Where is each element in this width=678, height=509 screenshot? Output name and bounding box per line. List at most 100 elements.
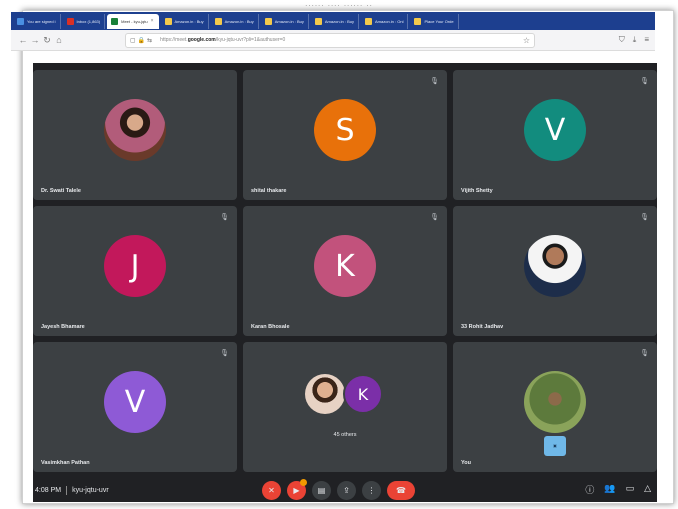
participant-name: Karan Bhosale bbox=[251, 324, 290, 330]
activities-icon[interactable]: △ bbox=[644, 483, 651, 496]
participant-name: Vijith Shetty bbox=[461, 188, 493, 194]
mic-muted-icon: 🎙 bbox=[430, 214, 439, 221]
participant-name: Dr. Swati Talele bbox=[41, 188, 81, 194]
avatar: V bbox=[524, 99, 586, 162]
shield-icon[interactable]: ⛉ bbox=[619, 35, 625, 45]
reload-icon[interactable]: ↻ bbox=[41, 35, 53, 46]
tab-label: Amazon.in : Buy bbox=[174, 18, 204, 24]
others-count: 45 others bbox=[333, 432, 357, 438]
leave-call-button[interactable]: ☎ bbox=[387, 481, 415, 500]
meeting-code: kyu-jqtu-uvr bbox=[72, 486, 109, 494]
avatar bbox=[524, 371, 586, 434]
tab-favicon-icon bbox=[264, 17, 272, 25]
camera-button[interactable]: ▶ bbox=[287, 479, 307, 500]
avatar: J bbox=[104, 235, 166, 298]
tab-favicon-icon bbox=[314, 17, 322, 25]
divider bbox=[66, 485, 68, 495]
mic-muted-icon: 🎙 bbox=[220, 350, 229, 357]
participant-tile[interactable]: J Jayesh Bhamare 🎙 bbox=[33, 206, 237, 336]
mic-muted-icon: 🎙 bbox=[430, 78, 439, 85]
url-bar[interactable]: ▢🔒⇆ https://meet.google.com/kyu-jqtu-uvr… bbox=[125, 32, 535, 48]
browser-tab-strip: You are signed i Inbox (1,863) Meet - kyu-… bbox=[11, 12, 655, 30]
browser-tab[interactable]: You are signed i bbox=[13, 13, 61, 29]
participant-name: shital thakare bbox=[251, 188, 287, 194]
tab-favicon-icon bbox=[66, 17, 74, 25]
chat-icon[interactable]: ▭ bbox=[626, 483, 635, 496]
bookmark-star-icon[interactable]: ☆ bbox=[523, 36, 530, 45]
participant-tile[interactable]: Sshital thakare 🎙 bbox=[243, 70, 447, 200]
browser-tab[interactable]: Amazon.in : Buy bbox=[261, 13, 309, 29]
more-vert-icon: ⋮ bbox=[367, 486, 376, 495]
browser-tab[interactable]: Meet - kyu-jqtu × bbox=[107, 13, 159, 29]
browser-tab[interactable]: Amazon.in : Buy bbox=[211, 13, 259, 29]
site-info-icons[interactable]: ▢🔒⇆ bbox=[130, 37, 154, 44]
avatar: K bbox=[314, 235, 376, 298]
browser-tab[interactable]: Amazon.in : Buy bbox=[161, 13, 209, 29]
download-icon[interactable]: ⤓ bbox=[633, 35, 637, 45]
hang-up-icon: ☎ bbox=[396, 486, 406, 495]
tab-favicon-icon bbox=[414, 17, 422, 25]
tab-close-icon[interactable]: × bbox=[151, 18, 154, 24]
mic-off-icon: ✕ bbox=[268, 486, 275, 495]
menu-icon[interactable]: ≡ bbox=[644, 35, 649, 45]
avatar: V bbox=[104, 371, 166, 434]
tab-favicon-icon bbox=[17, 17, 24, 25]
participant-tile[interactable]: K 45 others bbox=[243, 342, 447, 472]
tab-favicon-icon bbox=[214, 17, 222, 25]
participant-tile[interactable]: V Vasimkhan Pathan 🎙 bbox=[33, 342, 237, 472]
browser-tab[interactable]: Amazon.in : Onl bbox=[361, 13, 409, 29]
avatar: K bbox=[343, 374, 383, 414]
tab-label: You are signed i bbox=[27, 18, 56, 24]
tab-favicon-icon bbox=[111, 17, 119, 25]
tab-favicon-icon bbox=[365, 17, 372, 25]
meeting-time: 4:08 PM bbox=[35, 486, 62, 494]
present-button[interactable]: ⇪ bbox=[337, 481, 356, 500]
participant-tile[interactable]: K Karan Bhosale 🎙 bbox=[243, 206, 447, 336]
call-controls: ✕ ▶ ▤ ⇪ ⋮ ☎ bbox=[262, 479, 415, 500]
tab-label: Inbox (1,863) bbox=[76, 18, 101, 24]
avatar bbox=[305, 374, 345, 414]
participant-name: You bbox=[461, 460, 471, 466]
side-controls: ⓘ 👥 ▭ △ bbox=[585, 483, 651, 496]
browser-tab[interactable]: Place Your Orde bbox=[410, 13, 459, 29]
meet-stage: Dr. Swati Talele Sshital thakare 🎙 V Vijith … bbox=[33, 63, 657, 497]
tab-label: Amazon.in : Buy bbox=[324, 18, 354, 24]
home-icon[interactable]: ⌂ bbox=[53, 35, 65, 45]
others-group: K 45 others bbox=[243, 342, 447, 472]
participant-tile[interactable]: 33 Rohit Jadhav 🎙 bbox=[453, 206, 657, 336]
meet-control-bar: 4:08 PM kyu-jqtu-uvr ✕ ▶ ▤ ⇪ ⋮ ☎ ⓘ 👥 ▭ △ bbox=[33, 478, 657, 502]
tab-label: Amazon.in : Onl bbox=[375, 18, 404, 24]
more-options-button[interactable]: ⋮ bbox=[362, 481, 381, 500]
participant-tile[interactable]: ▣ You 🎙 bbox=[453, 342, 657, 472]
tab-favicon-icon bbox=[164, 17, 172, 25]
captions-icon: ▤ bbox=[317, 486, 326, 495]
camera-icon: ▶ bbox=[293, 486, 300, 495]
alert-dot bbox=[300, 479, 307, 486]
participant-tile[interactable]: Dr. Swati Talele bbox=[33, 70, 237, 200]
browser-tab[interactable]: Amazon.in : Buy bbox=[311, 13, 359, 29]
forward-icon[interactable]: → bbox=[29, 35, 41, 45]
info-icon[interactable]: ⓘ bbox=[585, 483, 594, 496]
browser-address-row: ← → ↻ ⌂ ▢🔒⇆ https://meet.google.com/kyu-… bbox=[11, 30, 655, 51]
mic-muted-icon: 🎙 bbox=[220, 214, 229, 221]
mic-muted-icon: 🎙 bbox=[640, 350, 649, 357]
present-icon: ⇪ bbox=[343, 486, 350, 495]
tab-label: Place Your Orde bbox=[424, 18, 454, 24]
participant-name: Vasimkhan Pathan bbox=[41, 460, 90, 466]
tab-label: Amazon.in : Buy bbox=[274, 18, 304, 24]
back-icon[interactable]: ← bbox=[17, 35, 29, 45]
tab-label: Meet - kyu-jqtu bbox=[121, 18, 148, 24]
url-text: https://meet.google.com/kyu-jqtu-uvr?pli… bbox=[160, 37, 286, 43]
participant-tile[interactable]: V Vijith Shetty 🎙 bbox=[453, 70, 657, 200]
browser-right-icons: ⛉ ⤓ ≡ bbox=[619, 35, 649, 45]
mic-off-button[interactable]: ✕ bbox=[262, 481, 281, 500]
mic-muted-icon: 🎙 bbox=[640, 78, 649, 85]
mic-muted-icon: 🎙 bbox=[640, 214, 649, 221]
browser-tab[interactable]: Inbox (1,863) bbox=[63, 13, 106, 29]
captions-button[interactable]: ▤ bbox=[312, 481, 331, 500]
participant-name: Jayesh Bhamare bbox=[41, 324, 85, 330]
avatar bbox=[524, 235, 586, 298]
tab-label: Amazon.in : Buy bbox=[224, 18, 254, 24]
participant-name: 33 Rohit Jadhav bbox=[461, 324, 504, 330]
people-icon[interactable]: 👥 bbox=[604, 483, 615, 496]
